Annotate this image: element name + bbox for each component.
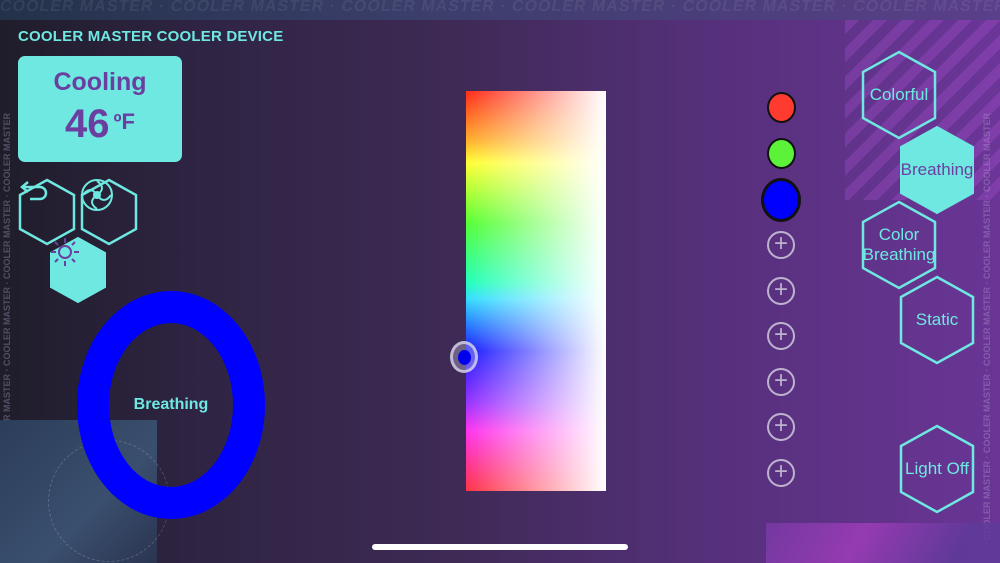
- add-color-button[interactable]: +: [767, 459, 795, 487]
- color-slot-red[interactable]: [767, 92, 796, 123]
- top-decor-band: COOLER MASTER · COOLER MASTER · COOLER M…: [0, 0, 1000, 20]
- mode-static-label: Static: [915, 310, 959, 329]
- light-off-label: Light Off: [905, 459, 969, 478]
- color-spectrum-picker[interactable]: [466, 91, 606, 491]
- mode-label: Cooling: [53, 68, 147, 96]
- mode-static-button[interactable]: Static: [899, 275, 975, 365]
- side-watermark-right: COOLER MASTER · COOLER MASTER · COOLER M…: [982, 113, 992, 540]
- add-color-button[interactable]: +: [767, 322, 795, 350]
- watermark-pattern: COOLER MASTER · COOLER MASTER · COOLER M…: [0, 0, 1000, 15]
- add-color-button[interactable]: +: [767, 231, 795, 259]
- temperature-unit: ºF: [113, 109, 135, 134]
- brightness-button[interactable]: [49, 236, 107, 304]
- app-title: COOLER MASTER COOLER DEVICE: [18, 28, 284, 45]
- light-off-button[interactable]: Light Off: [899, 424, 975, 514]
- brightness-icon: [49, 236, 107, 304]
- add-color-button[interactable]: +: [767, 277, 795, 305]
- preview-mode-label: Breathing: [133, 396, 209, 413]
- add-color-button[interactable]: +: [767, 413, 795, 441]
- color-slot-green[interactable]: [767, 138, 796, 169]
- color-slot-blue[interactable]: [761, 178, 801, 222]
- home-indicator[interactable]: [372, 544, 628, 550]
- temperature-card: Cooling 46 ºF: [18, 56, 182, 162]
- temperature-value: 46 ºF: [65, 102, 135, 146]
- add-color-button[interactable]: +: [767, 368, 795, 396]
- decor-bottom-right: [766, 523, 1000, 563]
- color-picker-handle[interactable]: [450, 341, 478, 373]
